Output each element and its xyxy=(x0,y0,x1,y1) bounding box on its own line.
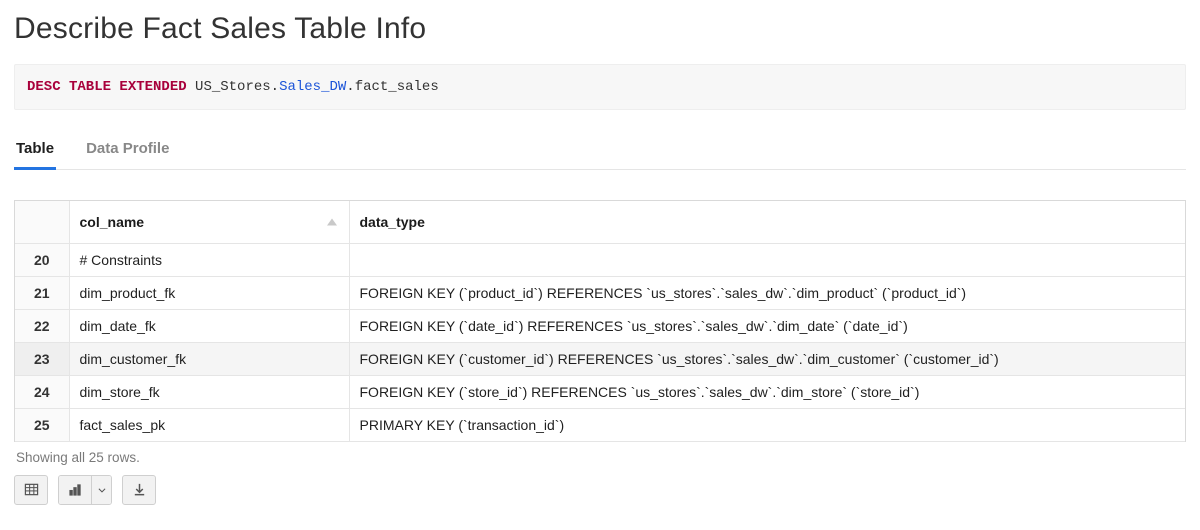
table-row[interactable]: 22dim_date_fkFOREIGN KEY (`date_id`) REF… xyxy=(15,309,1185,342)
chart-view-split-button xyxy=(58,475,112,505)
row-number-cell: 24 xyxy=(15,375,69,408)
column-header-label: col_name xyxy=(80,214,145,230)
cell-data-type: FOREIGN KEY (`store_id`) REFERENCES `us_… xyxy=(349,375,1185,408)
result-tabs: Table Data Profile xyxy=(14,130,1186,170)
table-row[interactable]: 21dim_product_fkFOREIGN KEY (`product_id… xyxy=(15,276,1185,309)
download-icon xyxy=(132,482,147,497)
download-button[interactable] xyxy=(122,475,156,505)
cell-col-name: dim_date_fk xyxy=(69,309,349,342)
row-number-cell: 23 xyxy=(15,342,69,375)
tab-data-profile[interactable]: Data Profile xyxy=(84,130,171,170)
sql-database: US_Stores xyxy=(195,79,271,95)
cell-col-name: dim_product_fk xyxy=(69,276,349,309)
cell-col-name: dim_customer_fk xyxy=(69,342,349,375)
chevron-down-icon xyxy=(97,485,107,495)
cell-col-name: fact_sales_pk xyxy=(69,408,349,441)
sort-asc-icon[interactable] xyxy=(327,218,337,225)
cell-col-name: # Constraints xyxy=(69,243,349,276)
cell-data-type: FOREIGN KEY (`customer_id`) REFERENCES `… xyxy=(349,342,1185,375)
cell-data-type: FOREIGN KEY (`product_id`) REFERENCES `u… xyxy=(349,276,1185,309)
cell-data-type: PRIMARY KEY (`transaction_id`) xyxy=(349,408,1185,441)
table-row[interactable]: 24dim_store_fkFOREIGN KEY (`store_id`) R… xyxy=(15,375,1185,408)
cell-data-type xyxy=(349,243,1185,276)
cell-col-name: dim_store_fk xyxy=(69,375,349,408)
chart-view-button[interactable] xyxy=(59,476,91,504)
page-title: Describe Fact Sales Table Info xyxy=(14,12,1186,46)
cell-data-type: FOREIGN KEY (`date_id`) REFERENCES `us_s… xyxy=(349,309,1185,342)
row-count-status: Showing all 25 rows. xyxy=(14,442,1186,475)
column-header-data-type[interactable]: data_type xyxy=(349,201,1185,243)
table-row[interactable]: 25fact_sales_pkPRIMARY KEY (`transaction… xyxy=(15,408,1185,441)
row-number-header xyxy=(15,201,69,243)
sql-dot: . xyxy=(346,79,354,95)
column-header-col-name[interactable]: col_name xyxy=(69,201,349,243)
tab-table[interactable]: Table xyxy=(14,130,56,170)
row-number-cell: 21 xyxy=(15,276,69,309)
column-header-label: data_type xyxy=(360,214,425,230)
row-number-cell: 25 xyxy=(15,408,69,441)
row-number-cell: 22 xyxy=(15,309,69,342)
sql-keyword: DESC TABLE EXTENDED xyxy=(27,79,187,95)
sql-table: fact_sales xyxy=(355,79,439,95)
table-row[interactable]: 23dim_customer_fkFOREIGN KEY (`customer_… xyxy=(15,342,1185,375)
bar-chart-icon xyxy=(68,482,83,497)
table-row[interactable]: 20# Constraints xyxy=(15,243,1185,276)
results-grid: col_name data_type 20# Constraints21dim_… xyxy=(14,200,1186,442)
chart-view-dropdown[interactable] xyxy=(91,476,111,504)
table-icon xyxy=(24,482,39,497)
result-toolbar xyxy=(14,475,1186,505)
table-view-button[interactable] xyxy=(14,475,48,505)
row-number-cell: 20 xyxy=(15,243,69,276)
sql-dot: . xyxy=(271,79,279,95)
sql-code-block: DESC TABLE EXTENDED US_Stores.Sales_DW.f… xyxy=(14,64,1186,110)
sql-schema: Sales_DW xyxy=(279,79,346,95)
